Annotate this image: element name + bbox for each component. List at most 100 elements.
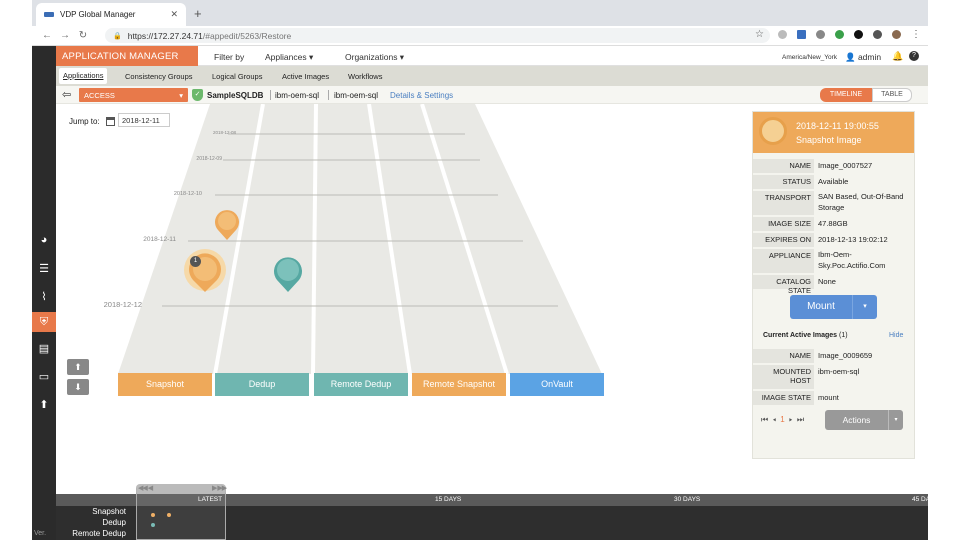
lane-snapshot[interactable]: Snapshot [118, 373, 212, 396]
bell-icon[interactable]: 🔔 [892, 51, 903, 62]
mount-dropdown[interactable]: ▾ [852, 295, 877, 319]
actions-button[interactable]: Actions [825, 410, 888, 430]
version-label: Ver. [34, 530, 47, 537]
browser-tab[interactable]: VDP Global Manager ✕ [36, 3, 186, 26]
scale-label: 45 DA [912, 496, 931, 503]
mode-select[interactable]: ACCESS ▾ [79, 88, 188, 102]
monitor-icon[interactable] [797, 30, 806, 39]
active-images-count: (1) [839, 332, 848, 339]
tab-title: VDP Global Manager [60, 10, 136, 19]
lock-icon: 🔒 [113, 32, 122, 40]
url-field[interactable]: 🔒 https://172.27.24.71/#appedit/5263/Res… [105, 28, 770, 43]
organizations-menu[interactable]: Organizations ▾ [345, 52, 404, 63]
detail-value: Image_0007527 [818, 161, 873, 170]
hide-link[interactable]: Hide [889, 332, 903, 339]
url-host: https://172.27.24.71 [127, 30, 203, 41]
lane-remote-snapshot[interactable]: Remote Snapshot [412, 373, 506, 396]
strip-row-label: Remote Dedup [72, 529, 126, 538]
detail-value: None [818, 277, 836, 286]
filter-by-menu[interactable]: Filter by [214, 52, 244, 62]
detail-value: Available [818, 177, 849, 186]
extension-icon[interactable] [778, 30, 787, 39]
strip-row-label: Snapshot [92, 507, 126, 516]
next-page-icon[interactable]: ▸ [789, 415, 794, 424]
snapshot-marker[interactable] [212, 208, 242, 242]
tab-workflows[interactable]: Workflows [348, 72, 382, 81]
username: admin [857, 52, 882, 62]
date-label: 2018-12-08 [212, 130, 236, 135]
scroll-down-button[interactable]: ⬇ [67, 379, 89, 395]
forward-icon[interactable]: → [56, 30, 74, 41]
timezone[interactable]: America/New_York [782, 54, 837, 61]
first-page-icon[interactable]: ⏮ [761, 415, 769, 424]
favicon-icon [44, 12, 54, 17]
jump-label: Jump to: [69, 117, 100, 126]
table-toggle[interactable]: TABLE [872, 88, 912, 102]
help-icon[interactable]: ? [909, 51, 919, 61]
tab-logical-groups[interactable]: Logical Groups [212, 72, 262, 81]
extension-icon[interactable] [835, 30, 844, 39]
user-icon: 👤 [845, 52, 858, 62]
page-number: 1 [780, 415, 786, 424]
lane-dedup[interactable]: Dedup [215, 373, 309, 396]
tab-applications[interactable]: Applications [59, 68, 108, 84]
close-tab-icon[interactable]: ✕ [170, 9, 178, 20]
scroll-left-icon[interactable]: ◀◀ ◀ [138, 484, 153, 492]
tab-active-images[interactable]: Active Images [282, 72, 329, 81]
detail-value: mount [818, 393, 839, 402]
detail-key: CATALOG STATE [753, 275, 814, 295]
monitor-icon[interactable]: ▭ [32, 366, 56, 386]
selected-snapshot-marker[interactable] [182, 248, 228, 296]
reload-icon[interactable]: ↻ [74, 30, 92, 41]
pager[interactable]: ⏮ ◂ 1 ▸ ⏭ [761, 415, 805, 425]
menu-icon[interactable]: ⋮ [911, 29, 921, 40]
user-menu[interactable]: 👤 admin [845, 52, 881, 63]
upload-icon[interactable]: ⬆ [32, 394, 56, 414]
app-manager-icon[interactable]: ⛨ [32, 312, 56, 332]
detail-value: ibm-oem-sql [818, 367, 860, 376]
actions-dropdown[interactable]: ▾ [888, 410, 903, 430]
strip-row-label: Dedup [102, 518, 126, 527]
detail-value: 2018-12-13 19:02:12 [818, 235, 888, 244]
scroll-up-button[interactable]: ⬆ [67, 359, 89, 375]
divider [328, 90, 329, 100]
detail-key: APPLIANCE [753, 249, 814, 273]
new-tab-button[interactable]: + [194, 6, 202, 21]
detail-key: IMAGE STATE [753, 391, 814, 405]
detail-value: Ibm-Oem-Sky.Poc.Actifio.Com [818, 250, 886, 270]
date-label: 2018-12-10 [173, 191, 202, 197]
back-arrow-icon[interactable]: ⇦ [62, 88, 71, 101]
star-icon[interactable]: ☆ [755, 29, 764, 40]
lane-remote-dedup[interactable]: Remote Dedup [314, 373, 408, 396]
prev-page-icon[interactable]: ◂ [772, 415, 777, 424]
lane-onvault[interactable]: OnVault [510, 373, 604, 396]
date-label: 2018-12-12 [103, 300, 142, 309]
book-icon[interactable]: ▤ [32, 338, 56, 358]
range-handle[interactable] [136, 484, 226, 540]
detail-value: Image_0009659 [818, 351, 873, 360]
chart-icon[interactable]: ⌇ [32, 286, 56, 306]
dedup-marker[interactable] [271, 254, 305, 294]
app-title: APPLICATION MANAGER [56, 46, 198, 66]
timeline-toggle[interactable]: TIMELINE [820, 88, 872, 102]
detail-key: STATUS [753, 175, 814, 189]
active-images-label: Current Active Images [763, 332, 838, 339]
tab-consistency-groups[interactable]: Consistency Groups [125, 72, 193, 81]
back-icon[interactable]: ← [38, 30, 56, 41]
palette-icon[interactable]: ◕ [32, 230, 56, 250]
marker-count-badge: 1 [190, 256, 201, 267]
avatar[interactable] [892, 30, 901, 39]
scroll-right-icon[interactable]: ▶ ▶▶ [212, 484, 227, 492]
details-settings-link[interactable]: Details & Settings [390, 91, 453, 100]
scale-label: 30 DAYS [674, 496, 701, 503]
detail-key: TRANSPORT [753, 191, 814, 215]
detail-value: 47.88GB [818, 219, 848, 228]
database-icon[interactable]: ☰ [32, 258, 56, 278]
mount-button[interactable]: Mount [790, 295, 852, 319]
extension-icon[interactable] [816, 30, 825, 39]
alert-icon[interactable] [854, 30, 863, 39]
last-page-icon[interactable]: ⏭ [797, 415, 805, 424]
appliances-menu[interactable]: Appliances ▾ [265, 52, 313, 63]
download-icon[interactable] [873, 30, 882, 39]
shield-check-icon: ✓ [192, 89, 203, 101]
